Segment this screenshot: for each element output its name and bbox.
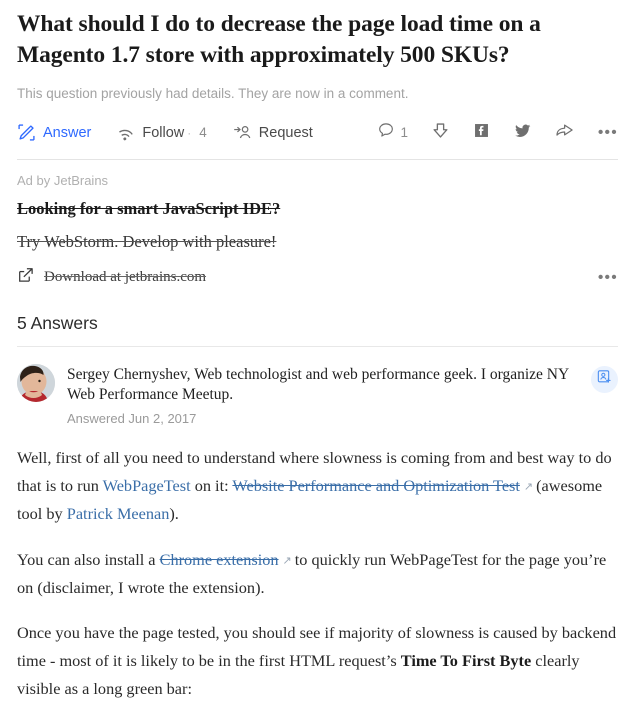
page-title: What should I do to decrease the page lo… bbox=[17, 11, 541, 69]
pencil-answer-icon bbox=[17, 123, 36, 142]
question-action-bar: Answer Follow · 4 Request 1 ••• bbox=[17, 116, 618, 150]
answer-button[interactable]: Answer bbox=[17, 123, 91, 142]
ad-cta-link[interactable]: Download at jetbrains.com bbox=[44, 269, 206, 286]
request-button-label: Request bbox=[258, 124, 313, 141]
ad-block: Ad by JetBrains Looking for a smart Java… bbox=[17, 160, 618, 289]
ad-footer: Download at jetbrains.com ••• bbox=[17, 266, 618, 289]
answer-item: Sergey Chernyshev, Web technologist and … bbox=[17, 347, 618, 704]
answer-author-meta: Sergey Chernyshev, Web technologist and … bbox=[67, 364, 581, 427]
answers-header: 5 Answers bbox=[17, 312, 98, 333]
follow-separator: · bbox=[187, 125, 192, 140]
paragraph-text: You can also install a bbox=[17, 549, 160, 569]
answer-date: Answered Jun 2, 2017 bbox=[67, 411, 197, 427]
answer-author-row: Sergey Chernyshev, Web technologist and … bbox=[17, 363, 618, 427]
comment-bubble-icon bbox=[377, 121, 395, 144]
follow-count: 4 bbox=[199, 125, 207, 141]
answer-author-line: Sergey Chernyshev, Web technologist and … bbox=[67, 365, 581, 407]
rss-follow-icon bbox=[117, 124, 135, 142]
external-link-glyph-icon: ↗ bbox=[523, 481, 534, 494]
website-performance-test-link[interactable]: Website Performance and Optimization Tes… bbox=[232, 476, 520, 495]
avatar[interactable] bbox=[17, 363, 55, 402]
follow-button-label: Follow bbox=[142, 124, 185, 141]
time-to-first-byte-emphasis: Time To First Byte bbox=[400, 651, 532, 671]
share-arrow-icon bbox=[555, 120, 575, 145]
follow-author-button[interactable] bbox=[591, 365, 618, 393]
comment-button[interactable]: 1 bbox=[377, 121, 409, 144]
avatar-image bbox=[17, 363, 55, 402]
question-more-button[interactable]: ••• bbox=[598, 125, 618, 140]
downvote-button[interactable] bbox=[431, 121, 450, 145]
share-button[interactable] bbox=[555, 120, 575, 145]
twitter-share-button[interactable] bbox=[513, 121, 532, 145]
patrick-meenan-link[interactable]: Patrick Meenan bbox=[67, 504, 170, 523]
ad-more-button[interactable]: ••• bbox=[598, 270, 618, 285]
facebook-share-button[interactable] bbox=[473, 122, 490, 144]
answer-paragraph: Once you have the page tested, you shoul… bbox=[17, 619, 618, 704]
answer-paragraph: You can also install a Chrome extension ↗… bbox=[17, 546, 618, 602]
more-options-icon: ••• bbox=[598, 124, 618, 142]
twitter-share-icon bbox=[513, 121, 532, 145]
author-name[interactable]: Sergey Chernyshev bbox=[67, 366, 187, 383]
answer-body: Well, first of all you need to understan… bbox=[17, 444, 618, 704]
paragraph-text: ). bbox=[169, 504, 179, 524]
follow-button[interactable]: Follow · 4 bbox=[117, 124, 207, 142]
request-person-icon bbox=[233, 123, 252, 142]
ad-byline: Ad by JetBrains bbox=[17, 172, 109, 188]
external-link-glyph-icon: ↗ bbox=[282, 554, 292, 567]
external-link-icon bbox=[17, 266, 35, 289]
chrome-extension-link[interactable]: Chrome extension bbox=[160, 550, 279, 569]
add-person-card-icon bbox=[597, 369, 612, 389]
question-page: What should I do to decrease the page lo… bbox=[0, 0, 635, 704]
question-subtitle: This question previously had details. Th… bbox=[17, 85, 409, 101]
paragraph-text: on it: bbox=[190, 476, 233, 496]
comment-count: 1 bbox=[400, 125, 409, 141]
question-share-group: 1 ••• bbox=[377, 120, 618, 145]
downvote-arrow-icon bbox=[431, 121, 450, 145]
ad-headline[interactable]: Looking for a smart JavaScript IDE? bbox=[17, 199, 618, 219]
answer-button-label: Answer bbox=[43, 124, 92, 141]
request-button[interactable]: Request bbox=[233, 123, 313, 142]
facebook-share-icon bbox=[473, 122, 490, 144]
webpagetest-link[interactable]: WebPageTest bbox=[103, 476, 191, 495]
ad-subline[interactable]: Try WebStorm. Develop with pleasure! bbox=[17, 232, 618, 252]
answer-paragraph: Well, first of all you need to understan… bbox=[17, 444, 618, 529]
